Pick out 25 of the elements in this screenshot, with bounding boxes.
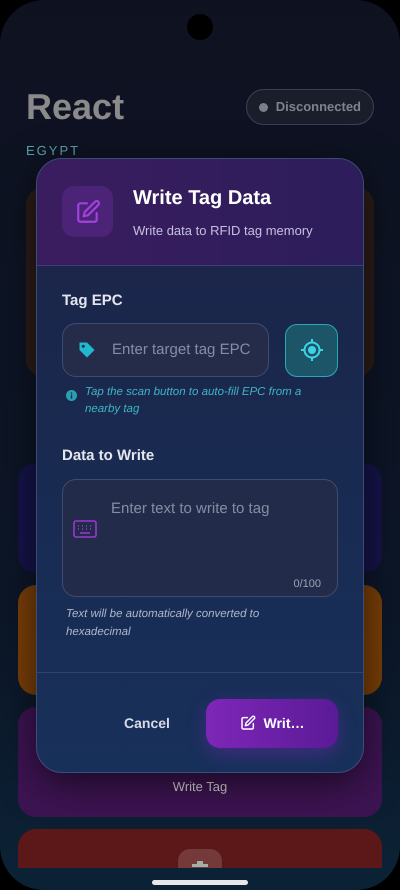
app-subtitle: EGYPT [26, 142, 82, 160]
data-text-area[interactable]: Enter text to write to tag 0/100 [62, 478, 338, 597]
app-title: React [26, 89, 124, 125]
tag-icon [77, 340, 97, 360]
edit-icon [240, 715, 256, 732]
keyboard-icon [73, 520, 97, 538]
write-button[interactable]: Writ… [206, 698, 338, 748]
character-counter: 0/100 [293, 577, 321, 592]
camera-hole [187, 14, 213, 40]
field-label: Data to Write [62, 446, 156, 466]
hint-text: Tap the scan button to auto-fill EPC from a nearby tag [85, 385, 302, 417]
scan-button[interactable] [285, 324, 338, 376]
field-label: Tag EPC [62, 290, 124, 310]
dialog-subtitle: Write data to RFID tag memory [133, 222, 313, 240]
hint-text: Text will be automatically converted to hexadecimal [65, 606, 260, 640]
status-label: Disconnected [276, 98, 361, 116]
info-icon [66, 390, 77, 401]
target-icon [298, 337, 324, 363]
placeholder-text: Enter text to write to tag [111, 498, 270, 519]
edit-icon [62, 186, 113, 238]
card-label: Write Tag [172, 778, 228, 796]
placeholder-text: Enter target tag EPC [112, 340, 250, 360]
dialog-title: Write Tag Data [133, 186, 272, 211]
epc-input-field[interactable]: Enter target tag EPC [62, 323, 269, 377]
cancel-button[interactable]: Cancel [118, 712, 176, 735]
